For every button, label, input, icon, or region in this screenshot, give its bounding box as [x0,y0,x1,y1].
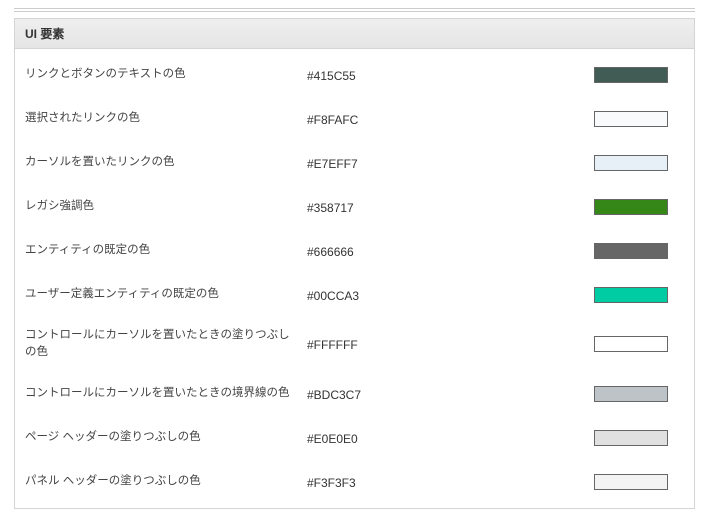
color-row: コントロールにカーソルを置いたときの塗りつぶしの色#FFFFFF [15,317,694,372]
color-swatch[interactable] [594,430,668,446]
color-swatch[interactable] [594,111,668,127]
color-hex-value: #E0E0E0 [307,430,467,446]
color-row: ユーザー定義エンティティの既定の色#00CCA3 [15,273,694,317]
swatch-cell [594,287,684,303]
color-label: レガシ強調色 [25,198,307,215]
color-hex-value: #BDC3C7 [307,386,467,402]
color-row: リンクとボタンのテキストの色#415C55 [15,53,694,97]
color-hex-value: #666666 [307,243,467,259]
color-label: コントロールにカーソルを置いたときの境界線の色 [25,385,307,402]
color-label: リンクとボタンのテキストの色 [25,66,307,83]
color-swatch[interactable] [594,336,668,352]
color-hex-value: #358717 [307,199,467,215]
color-swatch[interactable] [594,474,668,490]
color-label: ページ ヘッダーの塗りつぶしの色 [25,429,307,446]
swatch-cell [594,386,684,402]
color-label: 選択されたリンクの色 [25,110,307,127]
color-swatch[interactable] [594,386,668,402]
color-label: エンティティの既定の色 [25,242,307,259]
swatch-cell [594,199,684,215]
ui-elements-panel: UI 要素 リンクとボタンのテキストの色#415C55選択されたリンクの色#F8… [14,18,695,509]
swatch-cell [594,243,684,259]
color-hex-value: #E7EFF7 [307,155,467,171]
color-label: ユーザー定義エンティティの既定の色 [25,286,307,303]
color-hex-value: #415C55 [307,67,467,83]
color-swatch[interactable] [594,199,668,215]
rows-container: リンクとボタンのテキストの色#415C55選択されたリンクの色#F8FAFCカー… [15,49,694,508]
color-row: パネル ヘッダーの塗りつぶしの色#F3F3F3 [15,460,694,504]
color-row: 選択されたリンクの色#F8FAFC [15,97,694,141]
color-hex-value: #00CCA3 [307,287,467,303]
color-row: エンティティの既定の色#666666 [15,229,694,273]
color-row: コントロールにカーソルを置いたときの境界線の色#BDC3C7 [15,372,694,416]
color-swatch[interactable] [594,287,668,303]
swatch-cell [594,336,684,352]
color-row: ページ ヘッダーの塗りつぶしの色#E0E0E0 [15,416,694,460]
color-row: レガシ強調色#358717 [15,185,694,229]
color-swatch[interactable] [594,67,668,83]
color-label: コントロールにカーソルを置いたときの塗りつぶしの色 [25,327,307,362]
color-swatch[interactable] [594,155,668,171]
swatch-cell [594,111,684,127]
color-hex-value: #FFFFFF [307,336,467,352]
color-label: パネル ヘッダーの塗りつぶしの色 [25,473,307,490]
color-hex-value: #F8FAFC [307,111,467,127]
color-label: カーソルを置いたリンクの色 [25,154,307,171]
swatch-cell [594,430,684,446]
color-swatch[interactable] [594,243,668,259]
panel-header: UI 要素 [15,19,694,49]
swatch-cell [594,67,684,83]
top-divider [14,8,695,12]
swatch-cell [594,155,684,171]
color-hex-value: #F3F3F3 [307,474,467,490]
color-row: カーソルを置いたリンクの色#E7EFF7 [15,141,694,185]
swatch-cell [594,474,684,490]
